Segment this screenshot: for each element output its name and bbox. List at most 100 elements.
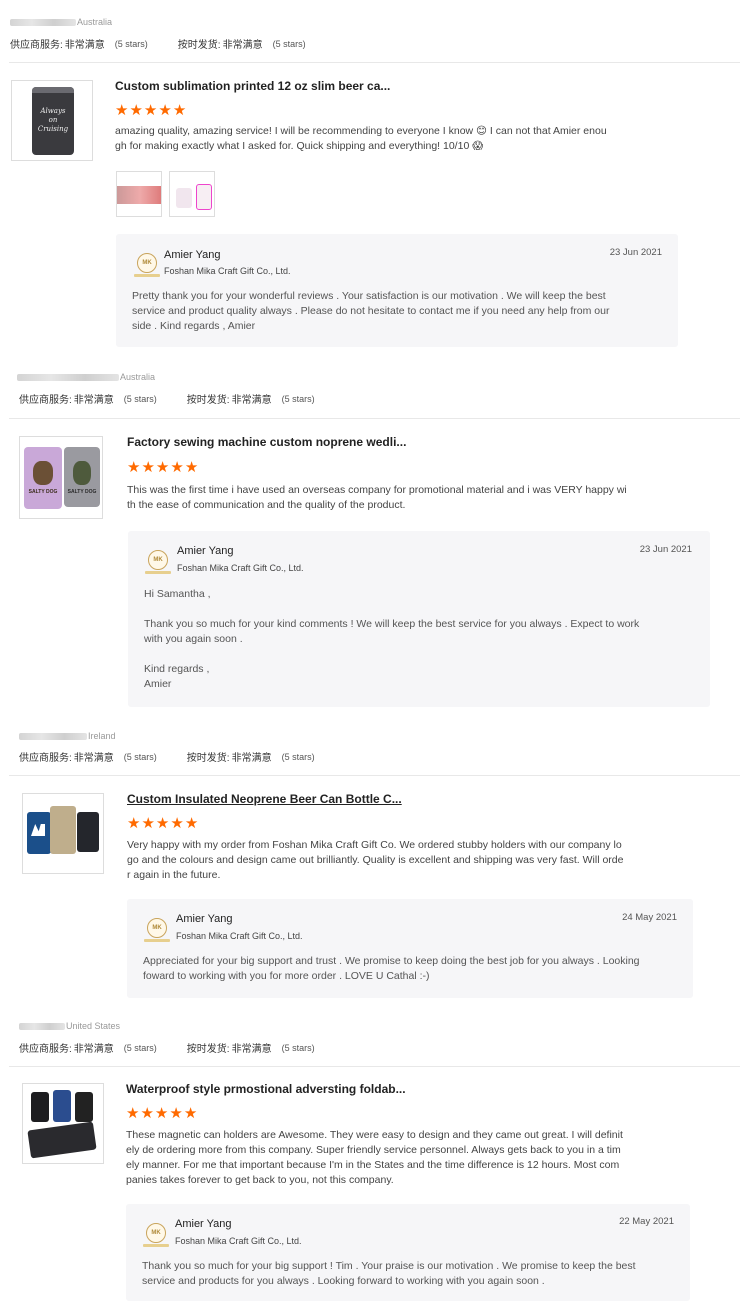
reply-author: Amier Yang [176,913,233,925]
reviewer-country-row: Australia [17,370,155,384]
product-title[interactable]: Custom Insulated Neoprene Beer Can Bottl… [127,792,402,806]
supplier-service-value: 非常满意 [73,1044,114,1055]
star-icon: ★ [129,102,143,119]
star-icon: ★ [154,1105,169,1122]
rating-stars: ★ ★ ★ ★ ★ [126,1106,197,1121]
koozie-image [50,806,76,854]
photo-content [196,184,212,210]
company-logo-icon: MK [148,550,168,570]
supplier-service-stars: (5 stars) [123,393,157,404]
reply-date: 24 May 2021 [622,912,677,923]
reviewer-country: United States [66,1021,121,1031]
rating-summary-row: 供应商服务: 非常满意 (5 stars) 按时发货: 非常满意 (5 star… [19,391,345,407]
delivery-value: 非常满意 [231,395,272,406]
koozie-graphic [73,461,91,485]
rating-stars: ★ ★ ★ ★ ★ [127,460,198,475]
star-icon: ★ [115,102,129,119]
supplier-service-stars: (5 stars) [123,1042,157,1053]
product-title[interactable]: Custom sublimation printed 12 oz slim be… [115,79,390,93]
reply-author: Amier Yang [164,249,221,261]
koozie-image [75,1092,93,1122]
product-thumbnail[interactable] [22,1083,104,1164]
photo-content [117,186,161,204]
koozie-image [53,1090,71,1122]
star-icon: ★ [143,102,158,119]
reply-text: Thank you so much for your big support !… [142,1260,636,1287]
delivery-stars: (5 stars) [272,38,306,49]
reply-date: 22 May 2021 [619,1216,674,1227]
divider [9,775,740,776]
supplier-service-value: 非常满意 [73,753,114,764]
star-icon: ★ [127,815,141,832]
star-icon: ★ [170,815,184,832]
star-icon: ★ [155,459,170,476]
review-text: This was the first time i have used an o… [127,484,627,511]
star-icon: ★ [172,102,187,119]
reviewer-country-row: Australia [10,15,112,29]
blurred-reviewer-name [19,1022,65,1030]
reviewer-country: Australia [77,17,113,27]
delivery-label: 按时发货: [177,40,221,51]
review-photo[interactable] [116,171,162,217]
star-icon: ★ [183,1105,198,1122]
star-icon: ★ [126,1105,140,1122]
company-logo-banner [145,571,171,574]
star-icon: ★ [141,815,155,832]
star-icon: ★ [184,459,199,476]
reply-date: 23 Jun 2021 [609,247,662,258]
divider [9,62,740,63]
reply-text: Pretty thank you for your wonderful revi… [132,290,610,332]
supplier-service-stars: (5 stars) [114,38,148,49]
product-title[interactable]: Waterproof style prmostional adversting … [126,1082,406,1096]
company-logo-banner [144,939,170,942]
star-icon: ★ [184,815,199,832]
rating-stars: ★ ★ ★ ★ ★ [127,816,198,831]
rating-summary-row: 供应商服务: 非常满意 (5 stars) 按时发货: 非常满意 (5 star… [19,1040,345,1056]
supplier-service-label: 供应商服务: [19,753,72,764]
star-icon: ★ [170,459,184,476]
koozie-image [77,812,99,852]
supplier-service-value: 非常满意 [73,395,114,406]
delivery-label: 按时发货: [186,1044,230,1055]
product-thumbnail[interactable] [22,793,104,874]
seller-reply: MK Amier Yang Foshan Mika Craft Gift Co.… [116,234,678,347]
koozie-print: Always on Cruising [37,107,69,133]
product-thumbnail[interactable]: Always on Cruising [11,80,93,161]
supplier-service-value: 非常满意 [64,40,105,51]
divider [9,1066,740,1067]
seller-reply: MK Amier Yang Foshan Mika Craft Gift Co.… [128,531,710,707]
reply-company: Foshan Mika Craft Gift Co., Ltd. [164,266,291,276]
company-logo-banner [134,274,160,277]
review-text: These magnetic can holders are Awesome. … [126,1129,623,1186]
reply-text: Hi Samantha , Thank you so much for your… [144,588,640,690]
delivery-label: 按时发货: [186,395,230,406]
koozie-image [27,1121,97,1159]
reviewer-country-row: Ireland [19,729,116,743]
product-title[interactable]: Factory sewing machine custom noprene we… [127,435,406,449]
company-logo-icon: MK [147,918,167,938]
photo-content [176,188,192,208]
reviewer-country: Australia [120,372,156,382]
seller-reply: MK Amier Yang Foshan Mika Craft Gift Co.… [127,899,693,998]
koozie-graphic [33,461,53,485]
reply-author: Amier Yang [177,545,234,557]
reply-text: Appreciated for your big support and tru… [143,955,640,982]
supplier-service-stars: (5 stars) [123,751,157,762]
review-text: amazing quality, amazing service! I will… [115,125,607,152]
review-text: Very happy with my order from Foshan Mik… [127,839,624,881]
reply-company: Foshan Mika Craft Gift Co., Ltd. [175,1236,302,1246]
delivery-value: 非常满意 [231,753,272,764]
reply-author: Amier Yang [175,1218,232,1230]
product-thumbnail[interactable]: SALTY DOG SALTY DOG [19,436,103,519]
koozie-image [31,1092,49,1122]
delivery-stars: (5 stars) [281,751,315,762]
reply-date: 23 Jun 2021 [639,544,692,555]
review-photo[interactable] [169,171,215,217]
company-logo-banner [143,1244,169,1247]
reviewer-country: Ireland [88,731,116,741]
blurred-reviewer-name [17,373,119,381]
star-icon: ★ [155,815,170,832]
star-icon: ★ [158,102,172,119]
star-icon: ★ [140,1105,154,1122]
supplier-service-label: 供应商服务: [19,395,72,406]
